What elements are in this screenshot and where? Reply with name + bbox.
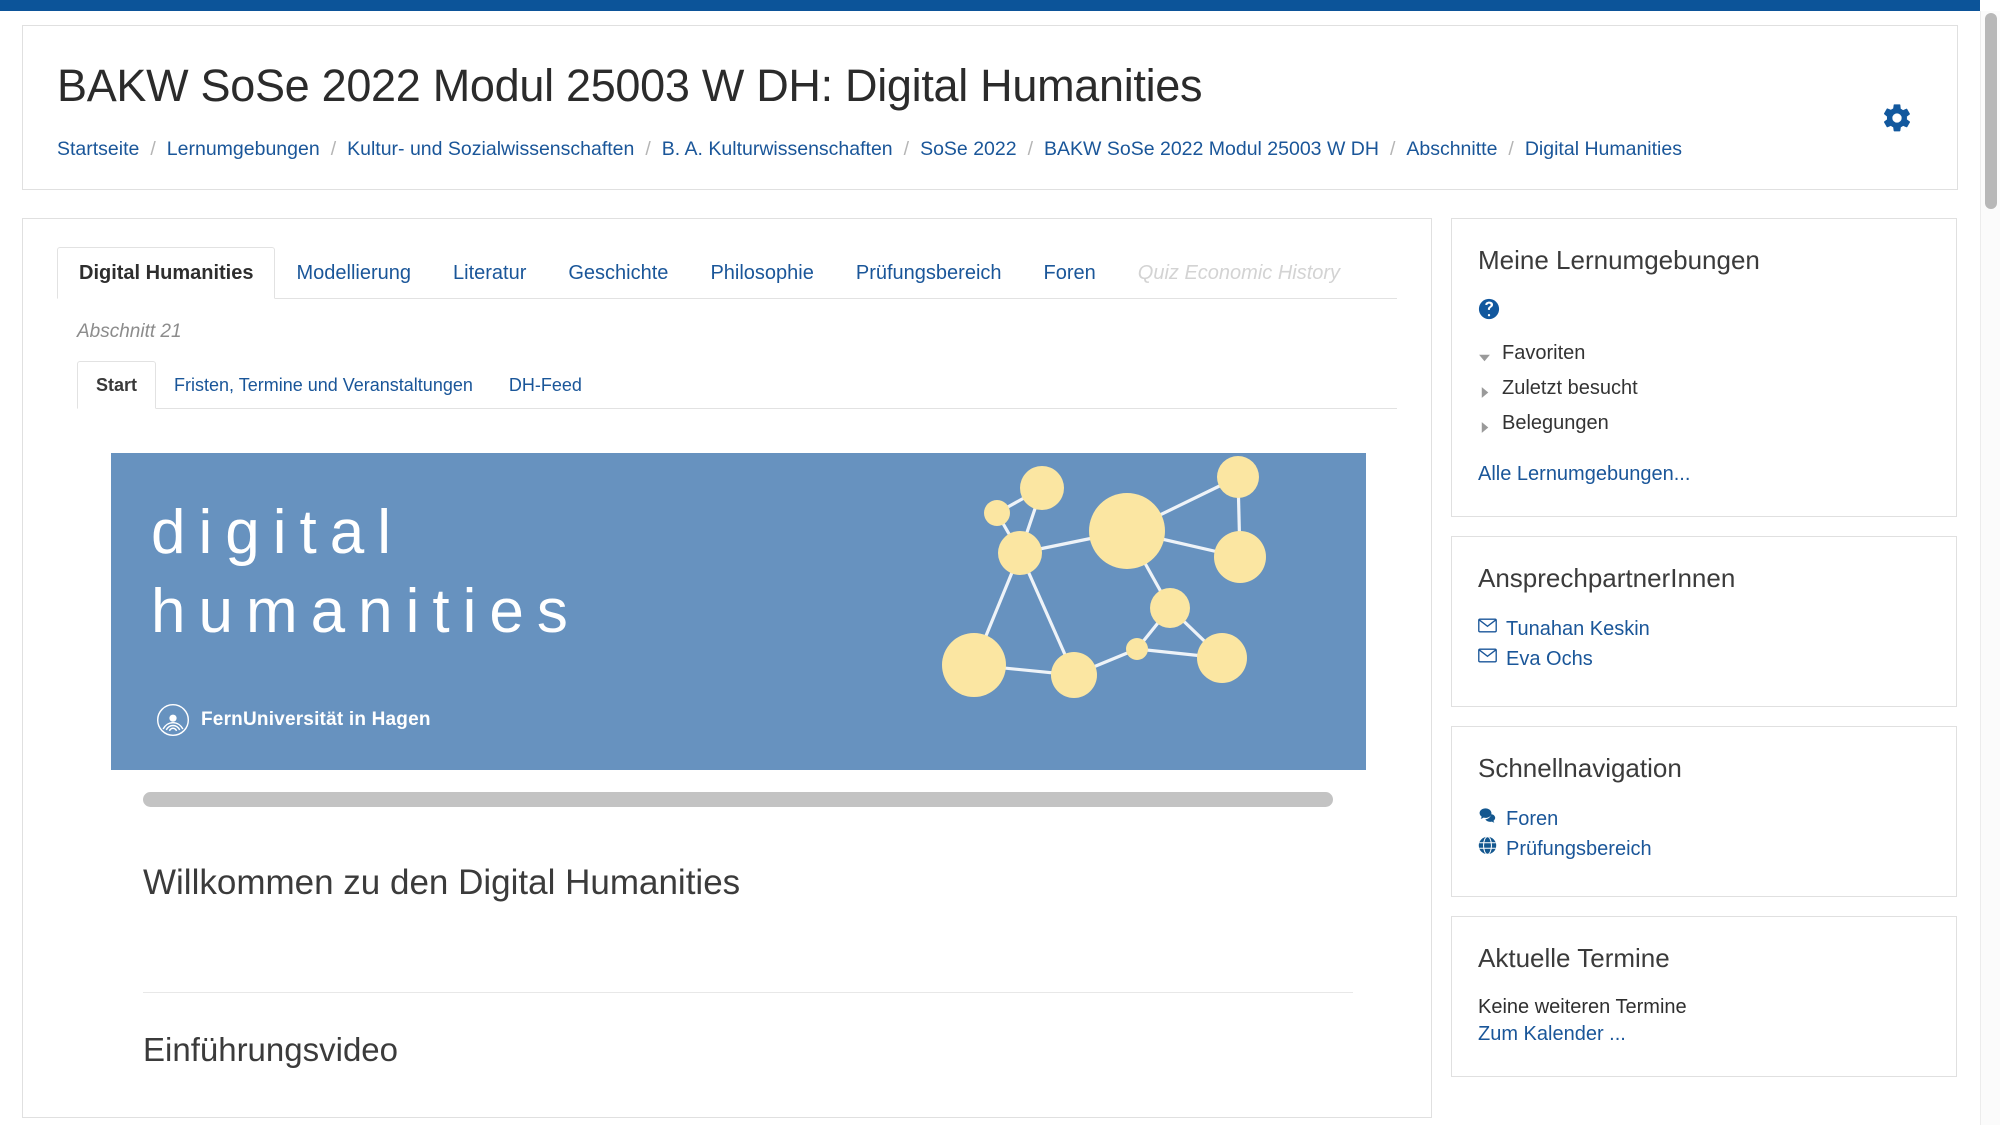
secondary-tab-bar: Start Fristen, Termine und Veranstaltung… bbox=[77, 360, 1397, 409]
quicknav-label: Foren bbox=[1506, 807, 1559, 830]
breadcrumb-item-sose-2022[interactable]: SoSe 2022 bbox=[920, 138, 1017, 161]
breadcrumb-separator: / bbox=[1027, 137, 1034, 160]
chat-bubble-icon bbox=[1478, 806, 1497, 832]
breadcrumb-item-bakw-modul[interactable]: BAKW SoSe 2022 Modul 25003 W DH bbox=[1044, 138, 1379, 161]
tab-quiz-economic-history: Quiz Economic History bbox=[1137, 261, 1341, 284]
link-alle-lernumgebungen[interactable]: Alle Lernumgebungen... bbox=[1478, 463, 1930, 486]
content-divider bbox=[143, 991, 1353, 993]
subtab-fristen-termine-veranstaltungen[interactable]: Fristen, Termine und Veranstaltungen bbox=[156, 362, 491, 408]
main-content-card: Digital Humanities Modellierung Literatu… bbox=[22, 217, 1432, 1118]
contact-label: Eva Ochs bbox=[1506, 647, 1593, 670]
contact-eva-ochs[interactable]: Eva Ochs bbox=[1478, 646, 1930, 672]
termine-empty-text: Keine weiteren Termine bbox=[1478, 995, 1687, 1018]
tree-item-favoriten[interactable]: Favoriten bbox=[1478, 336, 1930, 371]
gear-icon[interactable] bbox=[1881, 102, 1913, 134]
breadcrumb-separator: / bbox=[150, 137, 156, 160]
page-title: BAKW SoSe 2022 Modul 25003 W DH: Digital… bbox=[57, 60, 1203, 111]
section-label: Abschnitt 21 bbox=[77, 320, 182, 342]
page-header-card: BAKW SoSe 2022 Modul 25003 W DH: Digital… bbox=[22, 25, 1958, 190]
breadcrumb-item-startseite[interactable]: Startseite bbox=[57, 138, 139, 161]
breadcrumb-separator: / bbox=[645, 137, 651, 160]
panel-title: AnsprechpartnerInnen bbox=[1478, 562, 1736, 593]
panel-title: Meine Lernumgebungen bbox=[1478, 244, 1760, 275]
fernuni-logo-icon bbox=[155, 702, 191, 738]
tree-item-belegungen[interactable]: Belegungen bbox=[1478, 406, 1930, 441]
content-columns: Digital Humanities Modellierung Literatu… bbox=[22, 217, 1958, 1118]
tab-foren[interactable]: Foren bbox=[1023, 248, 1117, 298]
link-zum-kalender[interactable]: Zum Kalender ... bbox=[1478, 1023, 1930, 1046]
banner-line-2: humanities bbox=[151, 577, 581, 647]
subtab-dh-feed[interactable]: DH-Feed bbox=[491, 362, 600, 408]
tree-item-label: Favoriten bbox=[1502, 341, 1586, 364]
digital-humanities-banner: digital humanities FernUniversität in Ha… bbox=[111, 452, 1366, 770]
quicknav-foren[interactable]: Foren bbox=[1478, 806, 1930, 832]
contact-tunahan-keskin[interactable]: Tunahan Keskin bbox=[1478, 616, 1930, 642]
subtab-start[interactable]: Start bbox=[77, 360, 157, 409]
breadcrumb-item-digital-humanities[interactable]: Digital Humanities bbox=[1525, 138, 1682, 161]
primary-tab-bar: Digital Humanities Modellierung Literatu… bbox=[57, 246, 1397, 299]
globe-icon bbox=[1478, 836, 1497, 862]
chevron-right-icon bbox=[1478, 382, 1491, 398]
quicknav-label: Prüfungsbereich bbox=[1506, 837, 1652, 860]
panel-schnellnavigation: Schnellnavigation Foren Prüfungsbereich bbox=[1451, 725, 1957, 897]
tab-literatur[interactable]: Literatur bbox=[432, 248, 547, 298]
panel-meine-lernumgebungen: Meine Lernumgebungen Favoriten Zuletzt b… bbox=[1451, 217, 1957, 517]
envelope-icon bbox=[1478, 646, 1497, 672]
content-heading: Willkommen zu den Digital Humanities bbox=[143, 862, 741, 902]
tab-pruefungsbereich[interactable]: Prüfungsbereich bbox=[835, 248, 1023, 298]
breadcrumb: Startseite / Lernumgebungen / Kultur- un… bbox=[57, 138, 1923, 161]
breadcrumb-separator: / bbox=[1508, 137, 1514, 160]
breadcrumb-item-kultur-und-sozialwissenschaften[interactable]: Kultur- und Sozialwissenschaften bbox=[347, 138, 634, 161]
panel-title: Aktuelle Termine bbox=[1478, 942, 1670, 973]
fernuni-logo-text: FernUniversität in Hagen bbox=[201, 708, 431, 730]
tree-item-zuletzt-besucht[interactable]: Zuletzt besucht bbox=[1478, 371, 1930, 406]
breadcrumb-item-abschnitte[interactable]: Abschnitte bbox=[1406, 138, 1497, 161]
tab-geschichte[interactable]: Geschichte bbox=[547, 248, 689, 298]
horizontal-scrollbar-thumb[interactable] bbox=[143, 791, 1333, 807]
banner-title: digital humanities bbox=[151, 493, 581, 652]
network-graph-icon bbox=[922, 453, 1342, 770]
page-scroll-area: BAKW SoSe 2022 Modul 25003 W DH: Digital… bbox=[0, 11, 1980, 1125]
tab-philosophie[interactable]: Philosophie bbox=[689, 248, 834, 298]
right-sidebar: Meine Lernumgebungen Favoriten Zuletzt b… bbox=[1451, 217, 1957, 1077]
fernuni-logo: FernUniversität in Hagen bbox=[155, 702, 431, 738]
tree-item-label: Zuletzt besucht bbox=[1502, 376, 1638, 399]
envelope-icon bbox=[1478, 616, 1497, 642]
vertical-scrollbar[interactable] bbox=[1980, 11, 2000, 1125]
chevron-right-icon bbox=[1478, 417, 1491, 433]
chevron-down-icon bbox=[1478, 347, 1491, 362]
breadcrumb-separator: / bbox=[903, 137, 910, 160]
tab-digital-humanities[interactable]: Digital Humanities bbox=[57, 246, 276, 299]
panel-ansprechpartnerinnen: AnsprechpartnerInnen Tunahan Keskin Eva … bbox=[1451, 535, 1957, 707]
panel-title: Schnellnavigation bbox=[1478, 752, 1682, 783]
banner-line-1: digital bbox=[151, 497, 404, 567]
horizontal-scrollbar[interactable] bbox=[111, 791, 1366, 807]
browser-viewport: BAKW SoSe 2022 Modul 25003 W DH: Digital… bbox=[0, 0, 2000, 1125]
banner-container: digital humanities FernUniversität in Ha… bbox=[111, 452, 1366, 770]
breadcrumb-separator: / bbox=[330, 137, 337, 160]
contact-label: Tunahan Keskin bbox=[1506, 617, 1650, 640]
quicknav-pruefungsbereich[interactable]: Prüfungsbereich bbox=[1478, 836, 1930, 862]
breadcrumb-item-lernumgebungen[interactable]: Lernumgebungen bbox=[167, 138, 320, 161]
top-accent-bar bbox=[0, 0, 1980, 11]
vertical-scrollbar-thumb[interactable] bbox=[1985, 13, 1997, 209]
panel-aktuelle-termine: Aktuelle Termine Keine weiteren Termine … bbox=[1451, 915, 1957, 1077]
breadcrumb-item-ba-kulturwissenschaften[interactable]: B. A. Kulturwissenschaften bbox=[662, 138, 893, 161]
tab-modellierung[interactable]: Modellierung bbox=[275, 248, 432, 298]
tree-item-label: Belegungen bbox=[1502, 411, 1609, 434]
content-subheading: Einführungsvideo bbox=[143, 1030, 399, 1068]
content-body: Willkommen zu den Digital Humanities Ein… bbox=[143, 863, 1353, 1069]
help-circle-icon[interactable] bbox=[1478, 298, 1500, 320]
breadcrumb-separator: / bbox=[1389, 137, 1396, 160]
